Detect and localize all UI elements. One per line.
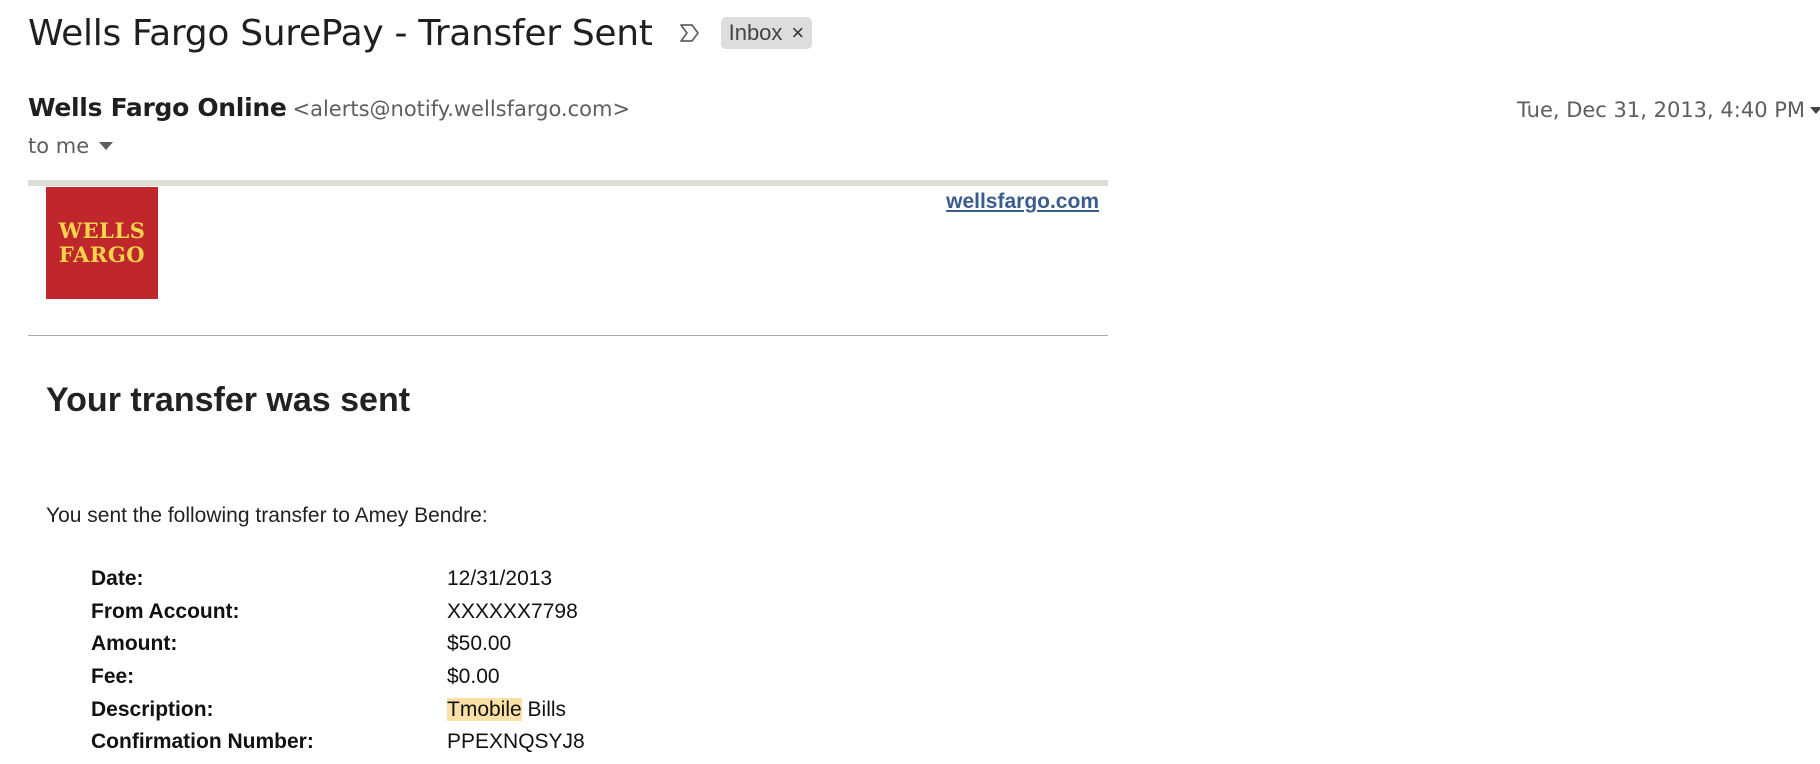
detail-row-amount: Amount: $50.00 — [91, 628, 585, 661]
wellsfargo-site-link[interactable]: wellsfargo.com — [946, 190, 1099, 214]
search-highlight: Tmobile — [447, 697, 522, 721]
chevron-down-icon[interactable] — [1810, 107, 1820, 114]
importance-marker-icon[interactable] — [677, 20, 703, 46]
detail-label: Fee: — [91, 665, 135, 689]
inbox-label-chip[interactable]: Inbox × — [720, 17, 813, 49]
email-timestamp: Tue, Dec 31, 2013, 4:40 PM — [1517, 98, 1806, 122]
label-chip-text: Inbox — [728, 20, 783, 45]
detail-row-fee: Fee: $0.00 — [91, 661, 585, 694]
sender-name[interactable]: Wells Fargo Online — [28, 93, 287, 122]
detail-value: Tmobile Bills — [447, 693, 585, 726]
detail-value: $50.00 — [447, 632, 512, 656]
detail-row-from-account: From Account: XXXXXX7798 — [91, 596, 585, 629]
transfer-intro: You sent the following transfer to Amey … — [46, 504, 488, 527]
detail-row-date: Date: 12/31/2013 — [91, 563, 585, 596]
header-bar — [28, 180, 1108, 186]
detail-label: Amount: — [91, 632, 178, 656]
logo-text-line1: WELLS — [58, 218, 146, 243]
detail-label: From Account: — [91, 599, 240, 623]
sender-row: Wells Fargo Online <alerts@notify.wellsf… — [28, 93, 630, 122]
body-divider — [28, 335, 1108, 336]
recipient-row: to me — [28, 134, 114, 158]
detail-label: Description: — [91, 697, 214, 721]
email-subject: Wells Fargo SurePay - Transfer Sent — [28, 12, 653, 54]
subject-row: Wells Fargo SurePay - Transfer Sent Inbo… — [28, 8, 813, 58]
email-body: WELLS FARGO wellsfargo.com Your transfer… — [28, 180, 1108, 764]
description-rest: Bills — [521, 697, 567, 721]
remove-label-icon[interactable]: × — [791, 22, 804, 44]
transfer-heading: Your transfer was sent — [46, 381, 411, 419]
detail-value: PPEXNQSYJ8 — [447, 730, 585, 754]
detail-value: 12/31/2013 — [447, 567, 553, 591]
detail-label: Confirmation Number: — [91, 730, 314, 754]
wells-fargo-logo: WELLS FARGO — [46, 187, 158, 299]
logo-text-line2: FARGO — [58, 242, 146, 267]
recipient-details-chevron-icon[interactable] — [99, 142, 114, 150]
detail-row-description: Description: Tmobile Bills — [91, 693, 585, 726]
sender-email: <alerts@notify.wellsfargo.com> — [292, 97, 631, 121]
detail-row-confirmation-number: Confirmation Number: PPEXNQSYJ8 — [91, 726, 585, 759]
detail-value: XXXXXX7798 — [447, 599, 578, 623]
transfer-details-table: Date: 12/31/2013 From Account: XXXXXX779… — [91, 563, 585, 759]
detail-value: $0.00 — [447, 665, 500, 689]
recipient-text: to me — [28, 134, 90, 158]
detail-label: Date: — [91, 567, 144, 591]
